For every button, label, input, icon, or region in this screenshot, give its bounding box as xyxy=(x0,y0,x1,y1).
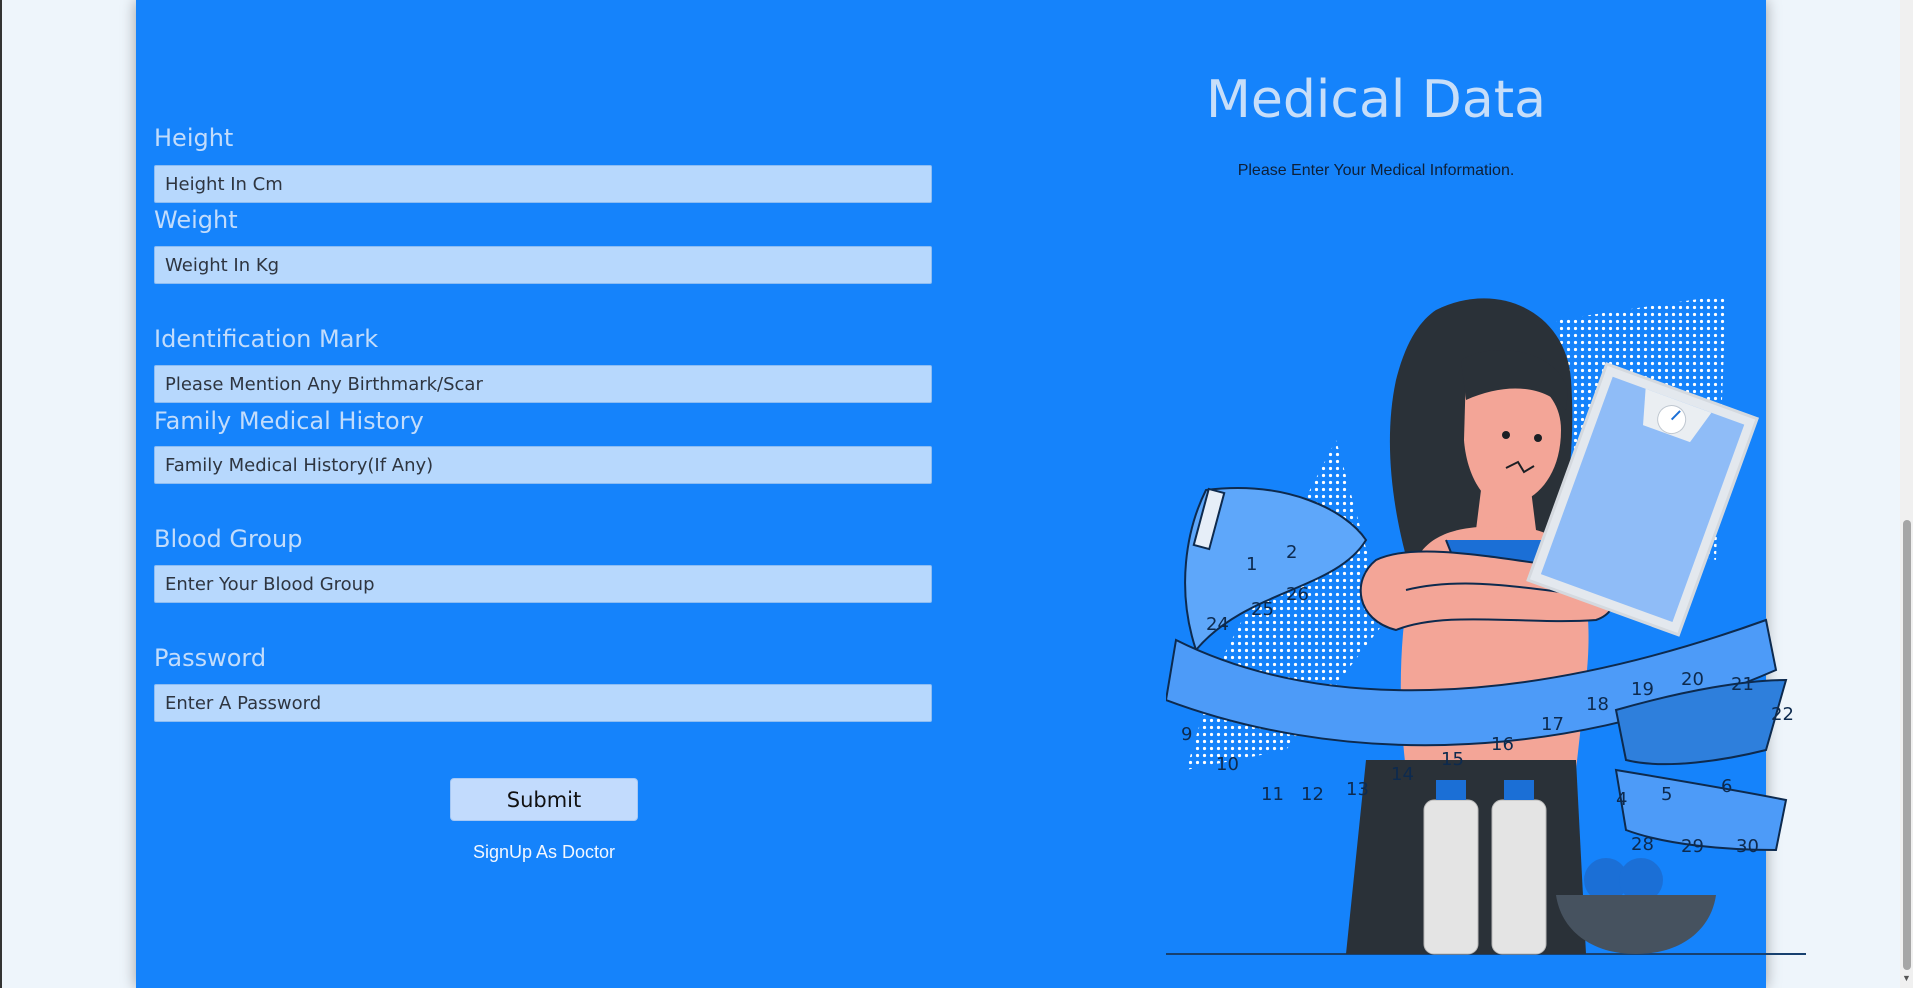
submit-button[interactable]: Submit xyxy=(450,778,638,821)
password-label: Password xyxy=(154,644,267,672)
svg-text:21: 21 xyxy=(1731,674,1754,695)
woman-with-scale-illustration: 12 242526 91011 12 1314 151617 1819 20 212… xyxy=(1166,295,1806,955)
weight-label: Weight xyxy=(154,206,238,234)
svg-text:16: 16 xyxy=(1491,734,1514,755)
medical-data-form: Height Weight Identification Mark Family… xyxy=(154,0,934,988)
family-medical-history-label: Family Medical History xyxy=(154,407,424,435)
window-edge xyxy=(0,0,2,988)
svg-text:4: 4 xyxy=(1616,789,1627,810)
svg-text:25: 25 xyxy=(1251,599,1274,620)
svg-text:15: 15 xyxy=(1441,749,1464,770)
identification-mark-label: Identification Mark xyxy=(154,325,379,353)
page-title: Medical Data xyxy=(1206,70,1546,130)
blood-group-label: Blood Group xyxy=(154,525,303,553)
page-subtitle: Please Enter Your Medical Information. xyxy=(1237,162,1515,179)
password-input[interactable] xyxy=(154,684,932,722)
svg-text:18: 18 xyxy=(1586,694,1609,715)
svg-text:13: 13 xyxy=(1346,779,1369,800)
height-label: Height xyxy=(154,124,234,152)
svg-text:17: 17 xyxy=(1541,714,1564,735)
svg-text:30: 30 xyxy=(1736,836,1759,857)
svg-text:24: 24 xyxy=(1206,614,1229,635)
scroll-down-arrow-icon[interactable]: ▼ xyxy=(1901,972,1912,984)
svg-text:28: 28 xyxy=(1631,834,1654,855)
svg-text:26: 26 xyxy=(1286,584,1309,605)
identification-mark-input[interactable] xyxy=(154,365,932,403)
svg-text:22: 22 xyxy=(1771,704,1794,725)
svg-text:12: 12 xyxy=(1301,784,1324,805)
svg-text:5: 5 xyxy=(1661,784,1672,805)
svg-text:14: 14 xyxy=(1391,764,1414,785)
svg-text:6: 6 xyxy=(1721,776,1732,797)
svg-text:11: 11 xyxy=(1261,784,1284,805)
info-panel: Medical Data Please Enter Your Medical I… xyxy=(1016,0,1806,988)
weight-input[interactable] xyxy=(154,246,932,284)
svg-text:20: 20 xyxy=(1681,669,1704,690)
svg-text:10: 10 xyxy=(1216,754,1239,775)
svg-text:19: 19 xyxy=(1631,679,1654,700)
signup-card: Height Weight Identification Mark Family… xyxy=(136,0,1806,988)
svg-text:9: 9 xyxy=(1181,724,1192,745)
blood-group-input[interactable] xyxy=(154,565,932,603)
svg-text:29: 29 xyxy=(1681,836,1704,857)
family-medical-history-input[interactable] xyxy=(154,446,932,484)
svg-text:1: 1 xyxy=(1246,554,1257,575)
height-input[interactable] xyxy=(154,165,932,203)
signup-as-doctor-link[interactable]: SignUp As Doctor xyxy=(448,842,640,863)
scrollbar-thumb[interactable] xyxy=(1903,520,1911,970)
svg-text:2: 2 xyxy=(1286,542,1297,563)
